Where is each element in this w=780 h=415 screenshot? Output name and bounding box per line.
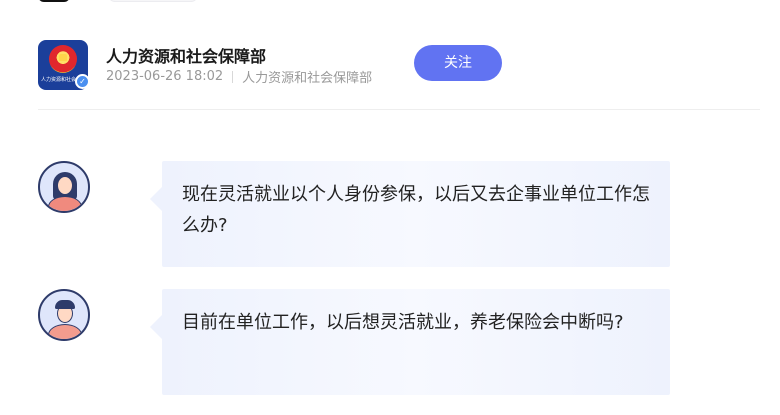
cropped-top-glyph (38, 0, 78, 4)
woman-avatar-icon (38, 161, 90, 213)
question-bubble: 现在灵活就业以个人身份参保，以后又去企事业单位工作怎么办? (162, 161, 670, 267)
man-avatar-icon (38, 289, 90, 341)
meta-divider (232, 70, 234, 83)
cropped-top-pill (108, 0, 198, 2)
national-emblem-icon (49, 45, 77, 73)
follow-button[interactable]: 关注 (414, 45, 502, 81)
article-header: 人力资源和社会保障部 ✓ 人力资源和社会保障部 2023-06-26 18:02… (38, 38, 760, 110)
question-bubble: 目前在单位工作，以后想灵活就业，养老保险会中断吗? (162, 289, 670, 395)
account-name[interactable]: 人力资源和社会保障部 (106, 43, 266, 67)
source-name: 人力资源和社会保障部 (242, 71, 373, 86)
verified-badge-icon: ✓ (75, 74, 90, 89)
article-meta: 2023-06-26 18:02 人力资源和社会保障部 (106, 67, 372, 86)
publish-time: 2023-06-26 18:02 (106, 69, 224, 84)
